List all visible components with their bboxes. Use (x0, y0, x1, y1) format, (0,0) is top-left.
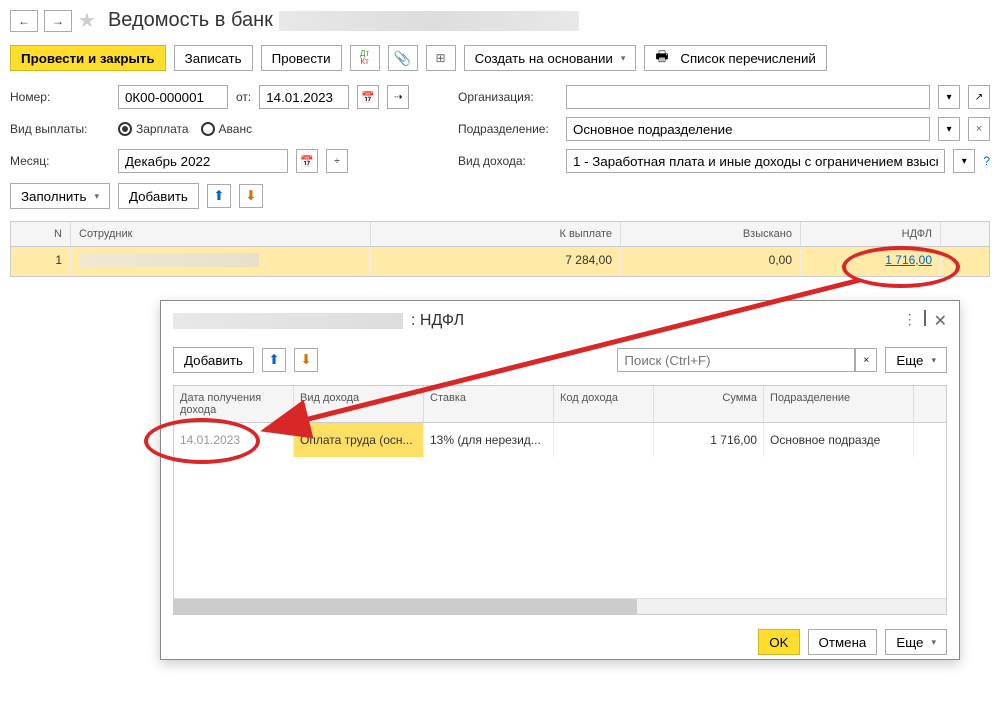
back-button[interactable]: ← (10, 10, 38, 32)
popup-move-down[interactable]: ⬇ (294, 348, 318, 372)
number-input[interactable] (118, 85, 228, 109)
x-icon: × (976, 123, 982, 135)
title-redacted (279, 11, 579, 31)
income-type-label: Вид дохода: (458, 154, 558, 168)
month-label: Месяц: (10, 154, 110, 168)
pcell-date: 14.01.2023 (174, 423, 294, 457)
radio-salary-label: Зарплата (136, 122, 189, 136)
number-label: Номер: (10, 90, 110, 104)
cell-vz: 0,00 (621, 247, 801, 276)
cell-pay: 7 284,00 (371, 247, 621, 276)
date-flow-button[interactable]: ⇢ (387, 85, 409, 109)
paytype-label: Вид выплаты: (10, 122, 110, 136)
pth-vid[interactable]: Вид дохода (294, 386, 424, 422)
main-table: N Сотрудник К выплате Взыскано НДФЛ 1 7 … (10, 221, 990, 277)
more-icon[interactable]: ⋮ (903, 311, 916, 331)
ok-button[interactable]: OK (758, 629, 799, 655)
transfer-list-label: Список перечислений (680, 51, 816, 66)
attach-button[interactable]: 📎 (388, 45, 418, 71)
org-open[interactable]: ↗ (968, 85, 990, 109)
pcell-sum: 1 716,00 (654, 423, 764, 457)
flow-icon: ⇢ (394, 92, 402, 103)
th-emp[interactable]: Сотрудник (71, 222, 371, 246)
dept-dropdown[interactable]: ▾ (938, 117, 960, 141)
transfer-list-button[interactable]: 🖶 Список перечислений (644, 45, 826, 71)
create-based-button[interactable]: Создать на основании (464, 45, 637, 71)
pcell-dept: Основное подразде (764, 423, 914, 457)
pcell-rate: 13% (для нерезид... (424, 423, 554, 457)
move-down-button[interactable]: ⬇ (239, 184, 263, 208)
org-dropdown[interactable]: ▾ (938, 85, 960, 109)
th-pay[interactable]: К выплате (371, 222, 621, 246)
ndfl-popup: : НДФЛ ⋮ ✕ Добавить ⬆ ⬇ × Еще Дата получ… (160, 300, 960, 660)
radio-salary[interactable]: Зарплата (118, 122, 189, 136)
date-calendar-button[interactable]: 📅 (357, 85, 379, 109)
print-icon: 🖶 (655, 46, 668, 70)
popup-move-up[interactable]: ⬆ (262, 348, 286, 372)
add-button[interactable]: Добавить (118, 183, 199, 209)
popup-more-button[interactable]: Еще (885, 347, 947, 373)
popup-scrollbar[interactable] (174, 598, 946, 614)
pcell-code (554, 423, 654, 457)
cell-ndfl[interactable]: 1 716,00 (801, 247, 941, 276)
table-row[interactable]: 1 7 284,00 0,00 1 716,00 (11, 247, 989, 276)
post-close-button[interactable]: Провести и закрыть (10, 45, 166, 71)
calendar-icon: 📅 (361, 91, 375, 104)
th-ndfl[interactable]: НДФЛ (801, 222, 941, 246)
cell-n: 1 (11, 247, 71, 276)
popup-row[interactable]: 14.01.2023 Оплата труда (осн... 13% (для… (174, 423, 946, 457)
save-button[interactable]: Записать (174, 45, 253, 71)
radio-advance-label: Аванс (219, 122, 253, 136)
popup-title-suffix: : НДФЛ (411, 312, 464, 330)
maximize-icon (924, 310, 926, 326)
calendar-icon: 📅 (300, 155, 314, 168)
radio-advance[interactable]: Аванс (201, 122, 253, 136)
month-stepper[interactable]: ÷ (326, 149, 348, 173)
close-button[interactable]: ✕ (934, 311, 947, 331)
th-vz[interactable]: Взыскано (621, 222, 801, 246)
popup-footer-more[interactable]: Еще (885, 629, 947, 655)
income-dropdown[interactable]: ▾ (953, 149, 975, 173)
popup-add-button[interactable]: Добавить (173, 347, 254, 373)
dept-clear[interactable]: × (968, 117, 990, 141)
popup-title-redacted (173, 313, 403, 329)
maximize-button[interactable] (924, 311, 926, 331)
cell-emp (71, 247, 371, 276)
th-n[interactable]: N (11, 222, 71, 246)
pth-code[interactable]: Код дохода (554, 386, 654, 422)
fill-button[interactable]: Заполнить (10, 183, 110, 209)
pth-dept[interactable]: Подразделение (764, 386, 914, 422)
pth-sum[interactable]: Сумма (654, 386, 764, 422)
structure-button[interactable]: ⊞ (426, 45, 456, 71)
income-type-input[interactable] (566, 149, 945, 173)
search-input[interactable] (617, 348, 855, 372)
month-calendar[interactable]: 📅 (296, 149, 318, 173)
from-label: от: (236, 90, 251, 104)
tree-icon: ⊞ (436, 51, 446, 65)
month-input[interactable] (118, 149, 288, 173)
paytype-radio-group: Зарплата Аванс (118, 122, 252, 136)
pth-date[interactable]: Дата получения дохода (174, 386, 294, 422)
page-title: Ведомость в банк (108, 9, 273, 32)
star-icon[interactable]: ★ (78, 8, 96, 33)
pth-rate[interactable]: Ставка (424, 386, 554, 422)
dtkt-button[interactable]: ДтКт (350, 45, 380, 71)
cancel-button[interactable]: Отмена (808, 629, 878, 655)
dept-label: Подразделение: (458, 122, 558, 136)
forward-button[interactable]: → (44, 10, 72, 32)
org-input[interactable] (566, 85, 930, 109)
date-input[interactable] (259, 85, 349, 109)
help-icon[interactable]: ? (983, 154, 990, 168)
popup-table: Дата получения дохода Вид дохода Ставка … (173, 385, 947, 615)
post-button[interactable]: Провести (261, 45, 342, 71)
org-label: Организация: (458, 90, 558, 104)
pcell-vid: Оплата труда (осн... (294, 423, 424, 457)
search-clear[interactable]: × (855, 348, 877, 372)
paperclip-icon: 📎 (394, 50, 411, 67)
move-up-button[interactable]: ⬆ (207, 184, 231, 208)
dept-input[interactable] (566, 117, 930, 141)
